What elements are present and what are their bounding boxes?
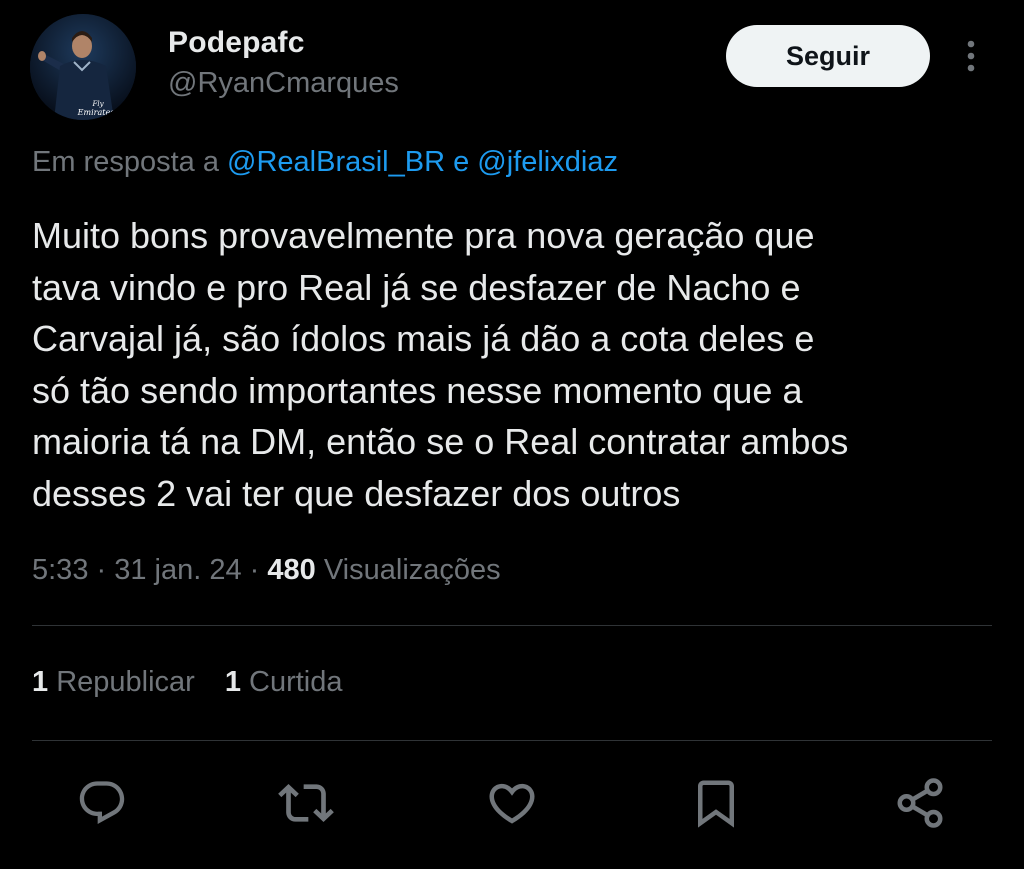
likes-label: Curtida bbox=[240, 666, 343, 698]
divider bbox=[32, 625, 992, 626]
repost-icon[interactable] bbox=[278, 775, 334, 831]
bookmark-icon[interactable] bbox=[688, 775, 744, 831]
reply-connector: e bbox=[445, 146, 478, 178]
engagement-stats: 1 Republicar 1 Curtida bbox=[32, 666, 373, 699]
mention-link-realbrasil[interactable]: @RealBrasil_BR bbox=[227, 146, 445, 178]
reply-context: Em resposta a @RealBrasil_BR e @jfelixdi… bbox=[32, 146, 618, 179]
meta-separator: · bbox=[88, 554, 115, 586]
divider bbox=[32, 740, 992, 741]
reply-icon[interactable] bbox=[74, 775, 130, 831]
reply-prefix: Em resposta a bbox=[32, 146, 228, 178]
svg-text:Fly: Fly bbox=[91, 100, 104, 108]
follow-button[interactable]: Seguir bbox=[726, 25, 930, 87]
avatar[interactable]: Fly Emirates bbox=[30, 14, 136, 120]
reposts-label: Republicar bbox=[48, 666, 195, 698]
likes-stat[interactable]: 1 Curtida bbox=[225, 666, 343, 698]
mention-link-jfelixdiaz[interactable]: @jfelixdiaz bbox=[477, 146, 618, 178]
tweet-time[interactable]: 5:33 bbox=[32, 554, 88, 586]
likes-count: 1 bbox=[224, 666, 241, 698]
display-name[interactable]: Podepafc bbox=[168, 26, 305, 60]
like-icon[interactable] bbox=[484, 775, 540, 831]
tweet-date[interactable]: 31 jan. 24 bbox=[114, 554, 241, 586]
views-label: Visualizações bbox=[315, 554, 501, 586]
views-count: 480 bbox=[267, 554, 316, 586]
tweet-meta: 5:33 · 31 jan. 24 · 480 Visualizações bbox=[32, 554, 501, 587]
meta-separator: · bbox=[241, 554, 268, 586]
svg-text:Emirates: Emirates bbox=[77, 108, 115, 117]
tweet-text: Muito bons provavelmente pra nova geraçã… bbox=[32, 215, 849, 514]
user-handle[interactable]: @RyanCmarques bbox=[168, 67, 399, 100]
reposts-count: 1 bbox=[32, 666, 49, 698]
share-icon[interactable] bbox=[892, 775, 948, 831]
reposts-stat[interactable]: 1 Republicar bbox=[32, 666, 195, 698]
more-options-icon[interactable] bbox=[955, 38, 987, 74]
